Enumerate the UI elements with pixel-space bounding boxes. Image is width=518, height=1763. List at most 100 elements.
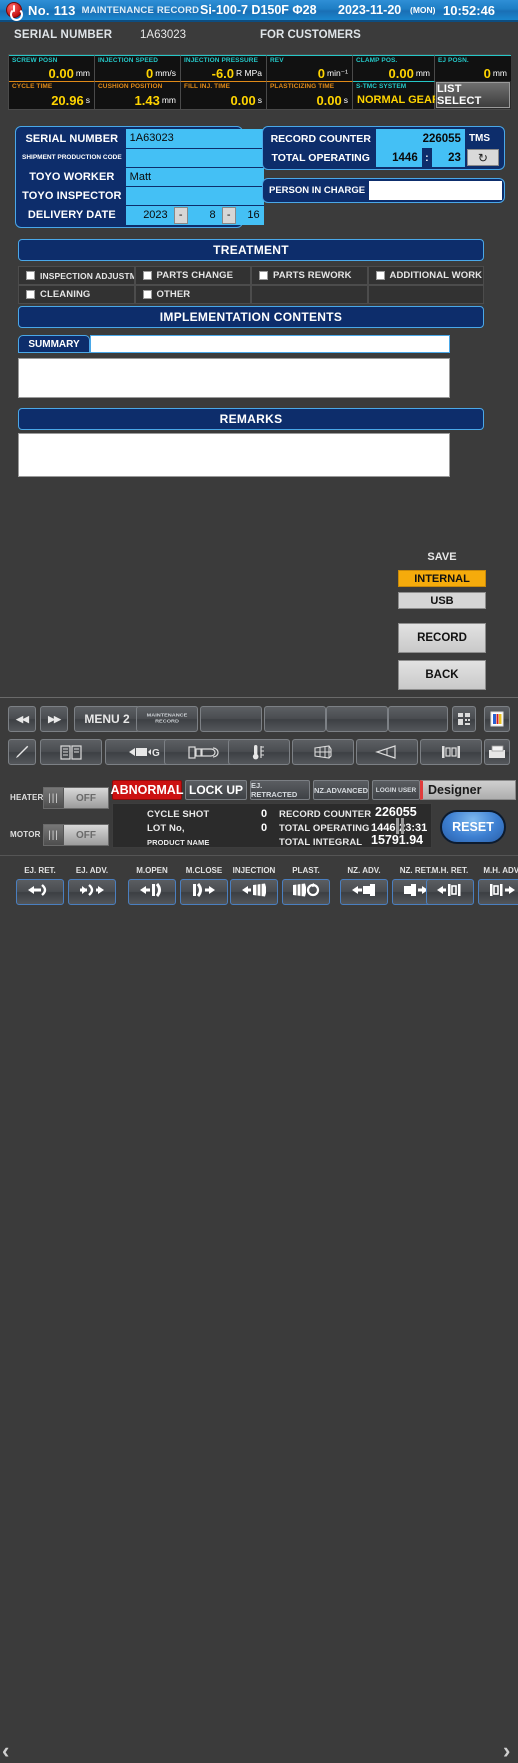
checkbox-other[interactable]: OTHER <box>134 285 251 304</box>
prev-page-button[interactable]: ◀◀ <box>8 706 36 732</box>
bottom-button-ejector-advance[interactable] <box>68 879 116 905</box>
bottom-button-mold-height-retract[interactable] <box>426 879 474 905</box>
checkbox-box[interactable] <box>142 271 152 280</box>
maintenance-record-button[interactable]: MAINTENANCE RECORD <box>136 706 198 732</box>
delivery-date-label: DELIVERY DATE <box>18 205 126 225</box>
barrel-grid-icon[interactable] <box>292 739 354 765</box>
delivery-year-input[interactable]: 2023 <box>126 209 172 221</box>
data-cell-caption: CLAMP POS. <box>356 57 398 64</box>
delivery-month-input[interactable]: 8 <box>190 209 220 221</box>
bottom-button-injection[interactable] <box>230 879 278 905</box>
refresh-icon[interactable]: ↻ <box>466 149 499 166</box>
delivery-day-input[interactable]: 16 <box>238 209 264 221</box>
clamp-unit-icon[interactable] <box>420 739 482 765</box>
ejector-retracted-badge: EJ. RETRACTED <box>250 780 310 800</box>
heater-toggle[interactable]: ||| OFF <box>43 787 109 809</box>
title-bar: No. 113 MAINTENANCE RECORD Si-100-7 D150… <box>0 0 518 22</box>
bottom-button-mold-close[interactable] <box>180 879 228 905</box>
list-select-button[interactable]: LIST SELECT <box>436 82 510 108</box>
data-cell-value: 20.96 s <box>51 92 90 108</box>
data-cell-value: 0.00 s <box>230 92 262 108</box>
bottom-button-nozzle-advance[interactable] <box>340 879 388 905</box>
reset-button[interactable]: RESET <box>440 810 506 844</box>
save-internal-button[interactable]: INTERNAL <box>398 570 486 587</box>
delivery-date-group[interactable]: 2023 - 8 - 16 <box>125 205 264 225</box>
live-data-row-2: CYCLE TIME 20.96 s CUSHION POSITION 1.43 mm FI… <box>9 81 511 109</box>
motor-toggle[interactable]: ||| OFF <box>43 824 109 846</box>
save-usb-button[interactable]: USB <box>398 592 486 609</box>
bottom-button-mold-height-advance[interactable] <box>478 879 518 905</box>
save-disk-icon[interactable] <box>484 739 510 765</box>
data-cell-ej-posn: EJ POSN. 0 mm <box>435 55 511 81</box>
motor-state: OFF <box>76 829 96 841</box>
injection-icon <box>239 882 269 903</box>
checkbox-cleaning[interactable]: CLEANING <box>18 285 135 304</box>
book-manual-icon[interactable] <box>40 739 102 765</box>
status-total-integral-value: 15791.94 <box>371 833 424 847</box>
remarks-textarea[interactable] <box>18 433 450 477</box>
summary-title-input[interactable] <box>90 335 450 353</box>
mold-close-icon <box>189 882 219 903</box>
bottom-button-mold-open[interactable] <box>128 879 176 905</box>
machine-model: Si-100-7 D150F Φ28 <box>200 3 317 17</box>
checkbox-box[interactable] <box>26 290 35 299</box>
checkbox-box[interactable] <box>375 271 385 280</box>
data-cell-caption: EJ POSN. <box>438 57 469 64</box>
checkbox-inspection-adjustment[interactable]: INSPECTION ADJUSTMENT <box>18 266 135 285</box>
toyo-worker-label: TOYO WORKER <box>18 167 126 186</box>
toolbar-blank-4[interactable] <box>388 706 448 732</box>
serial-number-input[interactable]: 1A63023 <box>125 129 264 149</box>
serial-header-row: SERIAL NUMBER 1A63023 FOR CUSTOMERS <box>0 27 518 49</box>
checkbox-empty-7 <box>367 285 484 304</box>
pencil-edit-icon[interactable] <box>8 739 36 765</box>
checkbox-parts-change[interactable]: PARTS CHANGE <box>134 266 251 285</box>
toyo-worker-input[interactable]: Matt <box>125 167 264 187</box>
checkbox-box[interactable] <box>142 290 152 299</box>
power-icon[interactable] <box>6 2 23 21</box>
summary-textarea[interactable] <box>18 358 450 398</box>
lock-up-button[interactable]: LOCK UP <box>185 780 247 800</box>
login-user-value[interactable]: Designer <box>420 780 516 800</box>
data-cell-plasticizing-time: PLASTICIZING TIME 0.00 s <box>267 81 353 109</box>
checkbox-box[interactable] <box>259 271 268 280</box>
status-record-counter-value: 226055 <box>375 805 417 819</box>
checkbox-additional-work[interactable]: ADDITIONAL WORK <box>367 266 484 285</box>
person-in-charge-input[interactable] <box>369 181 502 200</box>
nozzle-cone-icon[interactable] <box>356 739 418 765</box>
thermometer-icon[interactable] <box>228 739 290 765</box>
bottom-button-ejector-retract[interactable] <box>16 879 64 905</box>
svg-text:G: G <box>152 748 160 759</box>
data-cell-caption: S-TMC SYSTEM <box>356 83 407 90</box>
bottom-button-label-m-h-adv: M.H. ADV. <box>483 866 518 875</box>
bottom-button-label-m-h-ret: M.H. RET. <box>431 866 469 875</box>
bottom-scroll-right-icon[interactable]: › <box>503 1740 510 1762</box>
bottom-button-plasticizing[interactable] <box>282 879 330 905</box>
color-palette-icon[interactable] <box>484 706 510 732</box>
system-day: (MON) <box>410 5 436 15</box>
grid-view-icon[interactable] <box>452 706 476 732</box>
refresh-cell: ↻ <box>464 148 502 167</box>
checkbox-label: PARTS REWORK <box>273 270 352 281</box>
back-button[interactable]: BACK <box>398 660 486 690</box>
checkbox-box[interactable] <box>26 271 35 280</box>
toolbar-blank-1[interactable] <box>200 706 262 732</box>
time-separator: : <box>421 148 433 167</box>
record-button[interactable]: RECORD <box>398 623 486 653</box>
section-header-remarks: REMARKS <box>18 408 484 430</box>
checkbox-parts-rework[interactable]: PARTS REWORK <box>251 266 368 285</box>
data-cell-cycle-time: CYCLE TIME 20.96 s <box>9 81 95 109</box>
toolbar-blank-2[interactable] <box>264 706 326 732</box>
heater-state: OFF <box>76 792 96 804</box>
data-cell-value: 0 mm/s <box>145 65 176 81</box>
screen-subtitle: MAINTENANCE RECORD <box>81 4 200 16</box>
toyo-inspector-input[interactable] <box>125 186 264 206</box>
shipment-production-code-input[interactable] <box>125 148 264 168</box>
menu2-button[interactable]: MENU 2 <box>74 706 140 732</box>
bottom-button-label-injection: INJECTION <box>232 866 276 875</box>
data-cell-s-tmc-system: S-TMC SYSTEM NORMAL GEAR <box>353 81 440 109</box>
bottom-scroll-left-icon[interactable]: ‹ <box>2 1740 9 1762</box>
toolbar-blank-3[interactable] <box>326 706 388 732</box>
checkbox-label: INSPECTION ADJUSTMENT <box>40 270 134 281</box>
next-page-button[interactable]: ▶▶ <box>40 706 68 732</box>
mold-height-retract-icon <box>435 882 465 903</box>
